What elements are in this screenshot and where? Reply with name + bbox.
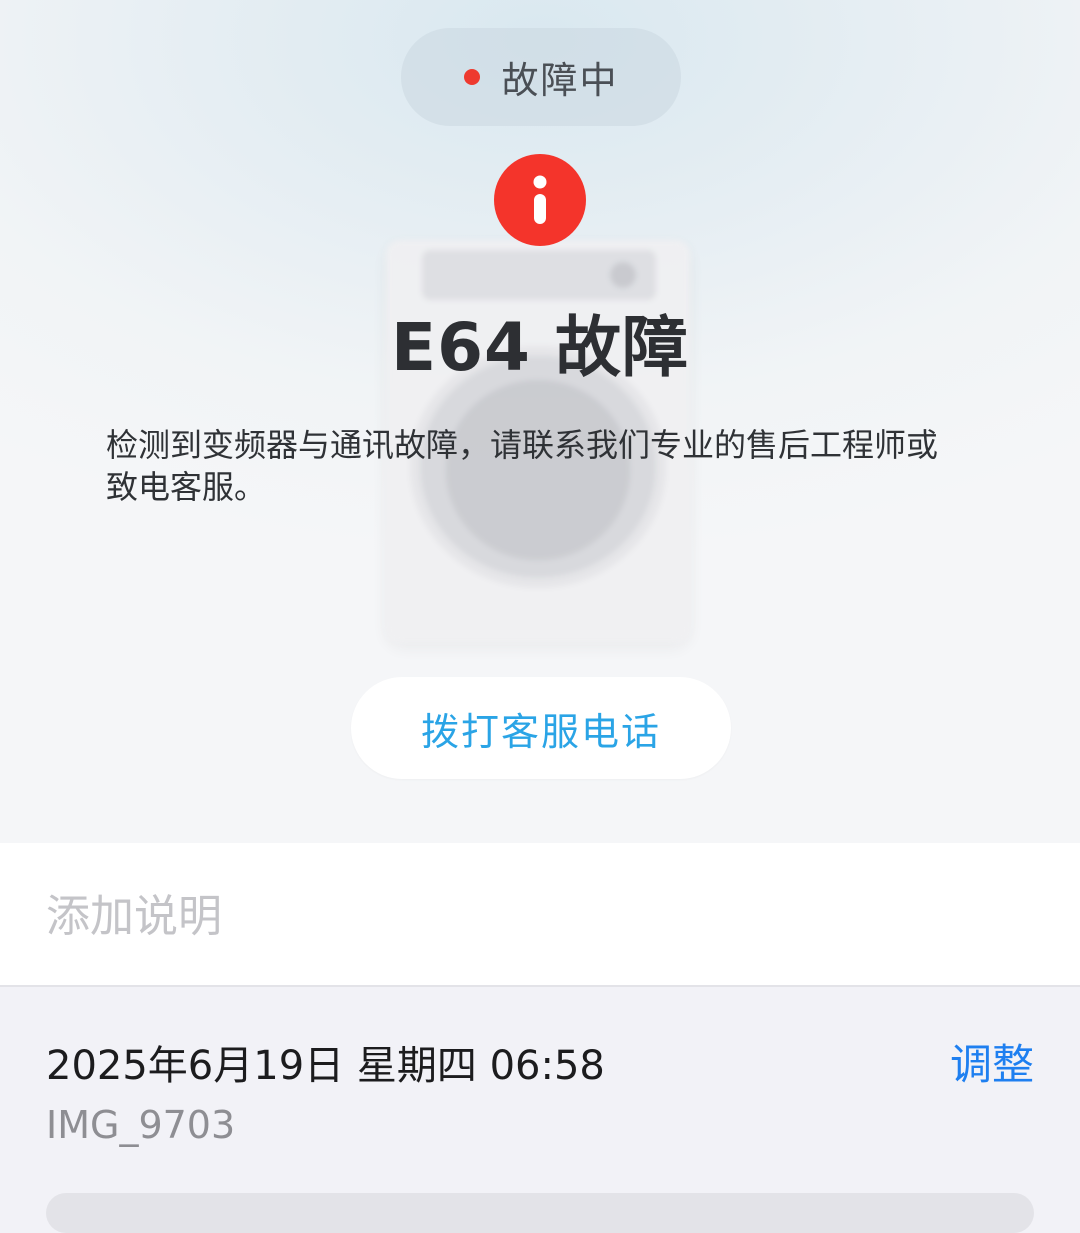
status-label: 故障中 bbox=[501, 59, 619, 102]
washer-knob bbox=[610, 262, 636, 288]
status-dot-icon bbox=[463, 69, 480, 85]
photo-datetime: 2025年6月19日 星期四 06:58 bbox=[46, 1043, 605, 1089]
fault-title: E64 故障 bbox=[391, 309, 689, 386]
photo-info-section: 2025年6月19日 星期四 06:58 调整 IMG_9703 bbox=[0, 987, 1080, 1233]
call-customer-service-button[interactable]: 拨打客服电话 bbox=[351, 677, 731, 779]
caption-section bbox=[0, 843, 1080, 987]
photo-filename: IMG_9703 bbox=[46, 1103, 236, 1147]
info-icon bbox=[494, 154, 586, 246]
status-badge: 故障中 bbox=[401, 28, 681, 126]
photo-details-card bbox=[46, 1193, 1034, 1233]
adjust-datetime-button[interactable]: 调整 bbox=[950, 1031, 1034, 1092]
add-caption-input[interactable] bbox=[46, 881, 1026, 951]
washer-control-panel bbox=[422, 250, 656, 300]
fault-description: 检测到变频器与通讯故障，请联系我们专业的售后工程师或致电客服。 bbox=[106, 426, 939, 506]
photo-preview[interactable]: 故障中 E64 故障 检测到变频器与通讯故障，请联系我们专业的售后工程师或致电客… bbox=[0, 0, 1080, 843]
